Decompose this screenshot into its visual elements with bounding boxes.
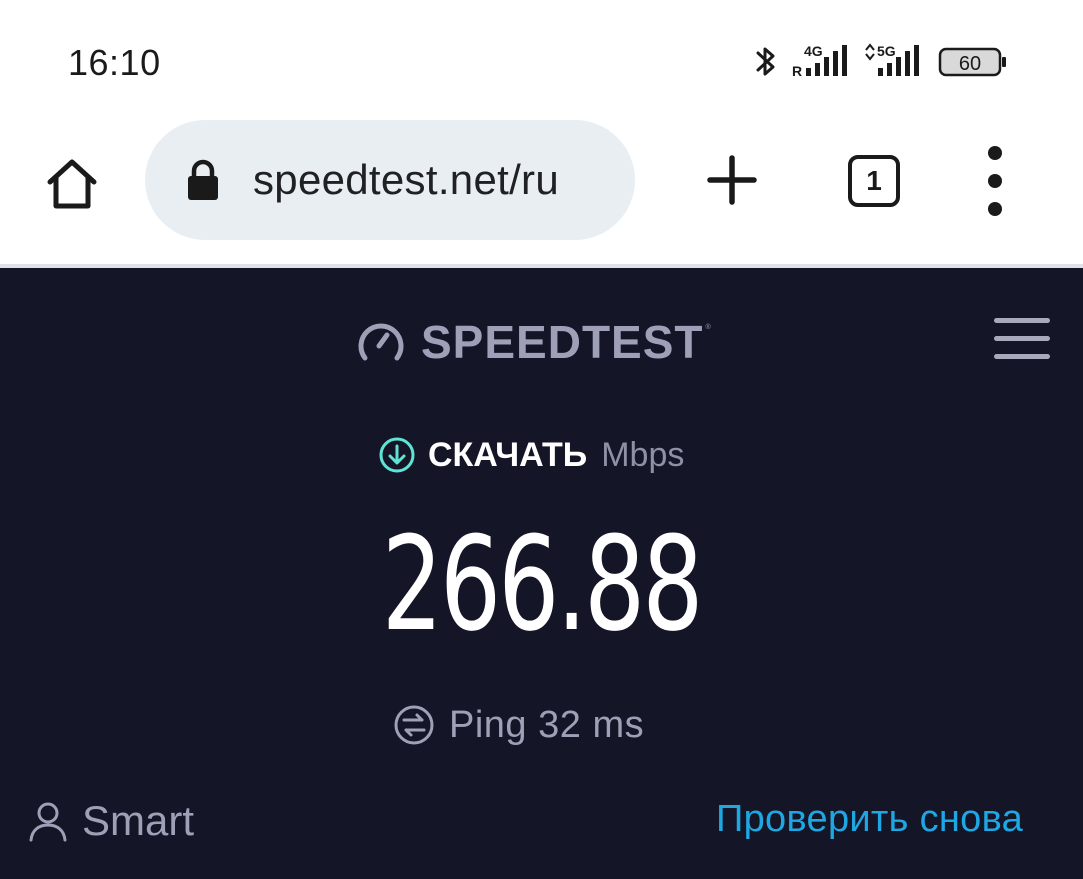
network-4g-label: 4G [804,43,823,59]
new-tab-button[interactable] [700,148,764,212]
download-header: СКАЧАТЬ Mbps [378,433,684,477]
retry-test-link[interactable]: Проверить снова [716,798,1023,841]
download-icon [379,437,415,473]
ping-row: Ping 32 ms [393,702,644,748]
url-text[interactable]: speedtest.net/ru [253,156,559,204]
status-bar: 16:10 R 4G 5G 60 [0,0,1083,118]
site-menu-button[interactable] [994,318,1050,360]
battery-level: 60 [959,53,981,75]
address-bar[interactable]: speedtest.net/ru [145,120,635,240]
roaming-label: R [792,63,802,79]
brand-name: SPEEDTEST [421,316,704,368]
hamburger-icon [994,318,1050,323]
browser-toolbar: speedtest.net/ru 1 [0,118,1083,264]
home-icon [47,159,97,209]
download-label: СКАЧАТЬ [428,435,588,474]
mode-label[interactable]: Smart [82,797,194,845]
speed-unit: Mbps [601,435,685,474]
tabs-icon: 1 [852,159,896,203]
download-speed-value: 266.88 [381,508,704,660]
plus-icon [707,155,757,205]
status-icons: R 4G 5G 60 [752,42,1012,82]
user-icon [29,802,67,842]
speedtest-page: SPEEDTEST ® СКАЧАТЬ Mbps 266.88 Ping 32 … [0,268,1083,879]
ping-icon [394,705,434,745]
home-button[interactable] [36,148,108,220]
signal-4g-roaming-icon: R 4G [792,43,847,79]
lock-icon [188,159,218,200]
status-time: 16:10 [68,42,161,83]
speedtest-logo[interactable]: SPEEDTEST ® [355,316,711,368]
mode-selector[interactable]: Smart [28,797,194,845]
battery-icon: 60 [938,47,1006,77]
brand-mark: ® [705,324,711,331]
tab-count: 1 [866,165,882,196]
more-menu-button[interactable] [972,146,1018,216]
network-5g-label: 5G [877,43,896,59]
gauge-icon [358,323,404,361]
bluetooth-icon [756,47,775,76]
more-vert-icon [988,146,1002,160]
tabs-button[interactable]: 1 [848,155,900,207]
signal-5g-icon: 5G [865,43,919,76]
ping-value: Ping 32 ms [449,703,645,746]
